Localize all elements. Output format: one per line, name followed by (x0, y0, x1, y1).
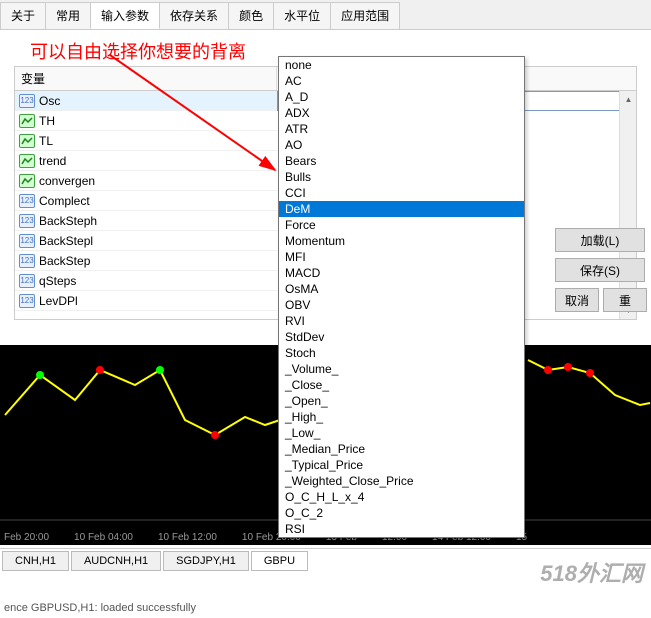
reset-button[interactable]: 重 (603, 288, 647, 312)
param-row-BackStep[interactable]: 123 BackStep (15, 251, 277, 271)
dropdown-option-MFI[interactable]: MFI (279, 249, 524, 265)
watermark: 518外汇网 (540, 556, 643, 588)
scroll-up-icon[interactable]: ▲ (620, 91, 637, 108)
tab-关于[interactable]: 关于 (0, 2, 46, 29)
number-type-icon: 123 (19, 234, 35, 248)
param-row-Osc[interactable]: 123 Osc (15, 91, 277, 111)
symbol-tab-CNH,H1[interactable]: CNH,H1 (2, 551, 69, 571)
tab-常用[interactable]: 常用 (45, 2, 91, 29)
param-label: Complect (39, 194, 90, 208)
symbol-tab-AUDCNH,H1[interactable]: AUDCNH,H1 (71, 551, 161, 571)
dropdown-option-_Typical_Price[interactable]: _Typical_Price (279, 457, 524, 473)
chart-type-icon (19, 174, 35, 188)
param-label: LevDPl (39, 294, 78, 308)
dropdown-option-_Weighted_Close_Price[interactable]: _Weighted_Close_Price (279, 473, 524, 489)
dropdown-option-OsMA[interactable]: OsMA (279, 281, 524, 297)
right-button-panel: 加载(L) 保存(S) 取消 重 (555, 228, 647, 312)
status-bar: ence GBPUSD,H1: loaded successfully (4, 602, 196, 614)
tab-应用范围[interactable]: 应用范围 (330, 2, 400, 29)
dropdown-option-_Median_Price[interactable]: _Median_Price (279, 441, 524, 457)
param-label: TL (39, 134, 53, 148)
number-type-icon: 123 (19, 294, 35, 308)
symbol-tab-GBPU[interactable]: GBPU (251, 551, 308, 571)
param-row-LevDPl[interactable]: 123 LevDPl (15, 291, 277, 311)
param-row-BackSteph[interactable]: 123 BackSteph (15, 211, 277, 231)
dropdown-option-ADX[interactable]: ADX (279, 105, 524, 121)
number-type-icon: 123 (19, 214, 35, 228)
dropdown-option-StdDev[interactable]: StdDev (279, 329, 524, 345)
dropdown-option-AO[interactable]: AO (279, 137, 524, 153)
tab-水平位[interactable]: 水平位 (273, 2, 331, 29)
param-row-convergen[interactable]: convergen (15, 171, 277, 191)
dropdown-option-RSI[interactable]: RSI (279, 521, 524, 537)
dropdown-option-AC[interactable]: AC (279, 73, 524, 89)
tab-颜色[interactable]: 颜色 (228, 2, 274, 29)
dropdown-option-_Low_[interactable]: _Low_ (279, 425, 524, 441)
number-type-icon: 123 (19, 94, 35, 108)
param-label: BackStep (39, 254, 90, 268)
dropdown-options-list[interactable]: noneACA_DADXATRAOBearsBullsCCIDeMForceMo… (278, 56, 525, 538)
number-type-icon: 123 (19, 274, 35, 288)
chart-type-icon (19, 134, 35, 148)
chart-type-icon (19, 114, 35, 128)
param-label: BackStepl (39, 234, 93, 248)
column-variable: 变量 (15, 67, 277, 90)
dropdown-option-Force[interactable]: Force (279, 217, 524, 233)
dropdown-option-DeM[interactable]: DeM (279, 201, 524, 217)
dropdown-option-MACD[interactable]: MACD (279, 265, 524, 281)
param-row-BackStepl[interactable]: 123 BackStepl (15, 231, 277, 251)
param-label: Osc (39, 94, 60, 108)
param-row-TL[interactable]: TL (15, 131, 277, 151)
param-label: TH (39, 114, 55, 128)
dropdown-option-RVI[interactable]: RVI (279, 313, 524, 329)
time-label: Feb 20:00 (4, 532, 49, 543)
tab-输入参数[interactable]: 输入参数 (90, 2, 160, 29)
number-type-icon: 123 (19, 194, 35, 208)
dropdown-option-O_C_2[interactable]: O_C_2 (279, 505, 524, 521)
annotation-text: 可以自由选择你想要的背离 (30, 38, 246, 64)
dropdown-option-A_D[interactable]: A_D (279, 89, 524, 105)
param-label: convergen (39, 174, 95, 188)
tab-bar: 关于常用输入参数依存关系颜色水平位应用范围 (0, 0, 651, 30)
dropdown-option-_Volume_[interactable]: _Volume_ (279, 361, 524, 377)
save-button[interactable]: 保存(S) (555, 258, 645, 282)
dropdown-option-_High_[interactable]: _High_ (279, 409, 524, 425)
dropdown-option-OBV[interactable]: OBV (279, 297, 524, 313)
param-label: qSteps (39, 274, 76, 288)
dropdown-option-Bulls[interactable]: Bulls (279, 169, 524, 185)
dropdown-option-Bears[interactable]: Bears (279, 153, 524, 169)
param-row-qSteps[interactable]: 123 qSteps (15, 271, 277, 291)
dropdown-option-O_C_H_L_x_4[interactable]: O_C_H_L_x_4 (279, 489, 524, 505)
param-label: trend (39, 154, 66, 168)
tab-依存关系[interactable]: 依存关系 (159, 2, 229, 29)
param-row-TH[interactable]: TH (15, 111, 277, 131)
param-row-trend[interactable]: trend (15, 151, 277, 171)
dropdown-option-_Close_[interactable]: _Close_ (279, 377, 524, 393)
load-button[interactable]: 加载(L) (555, 228, 645, 252)
chart-type-icon (19, 154, 35, 168)
param-row-Complect[interactable]: 123 Complect (15, 191, 277, 211)
number-type-icon: 123 (19, 254, 35, 268)
dropdown-option-_Open_[interactable]: _Open_ (279, 393, 524, 409)
time-label: 10 Feb 04:00 (74, 532, 133, 543)
dropdown-option-CCI[interactable]: CCI (279, 185, 524, 201)
dropdown-option-ATR[interactable]: ATR (279, 121, 524, 137)
params-list: 123 Osc TH TL trend convergen 123 Complect 123 Ba… (15, 91, 277, 319)
symbol-tab-SGDJPY,H1[interactable]: SGDJPY,H1 (163, 551, 249, 571)
time-label: 10 Feb 12:00 (158, 532, 217, 543)
dropdown-option-Stoch[interactable]: Stoch (279, 345, 524, 361)
dropdown-option-none[interactable]: none (279, 57, 524, 73)
cancel-button[interactable]: 取消 (555, 288, 599, 312)
dropdown-option-Momentum[interactable]: Momentum (279, 233, 524, 249)
param-label: BackSteph (39, 214, 97, 228)
